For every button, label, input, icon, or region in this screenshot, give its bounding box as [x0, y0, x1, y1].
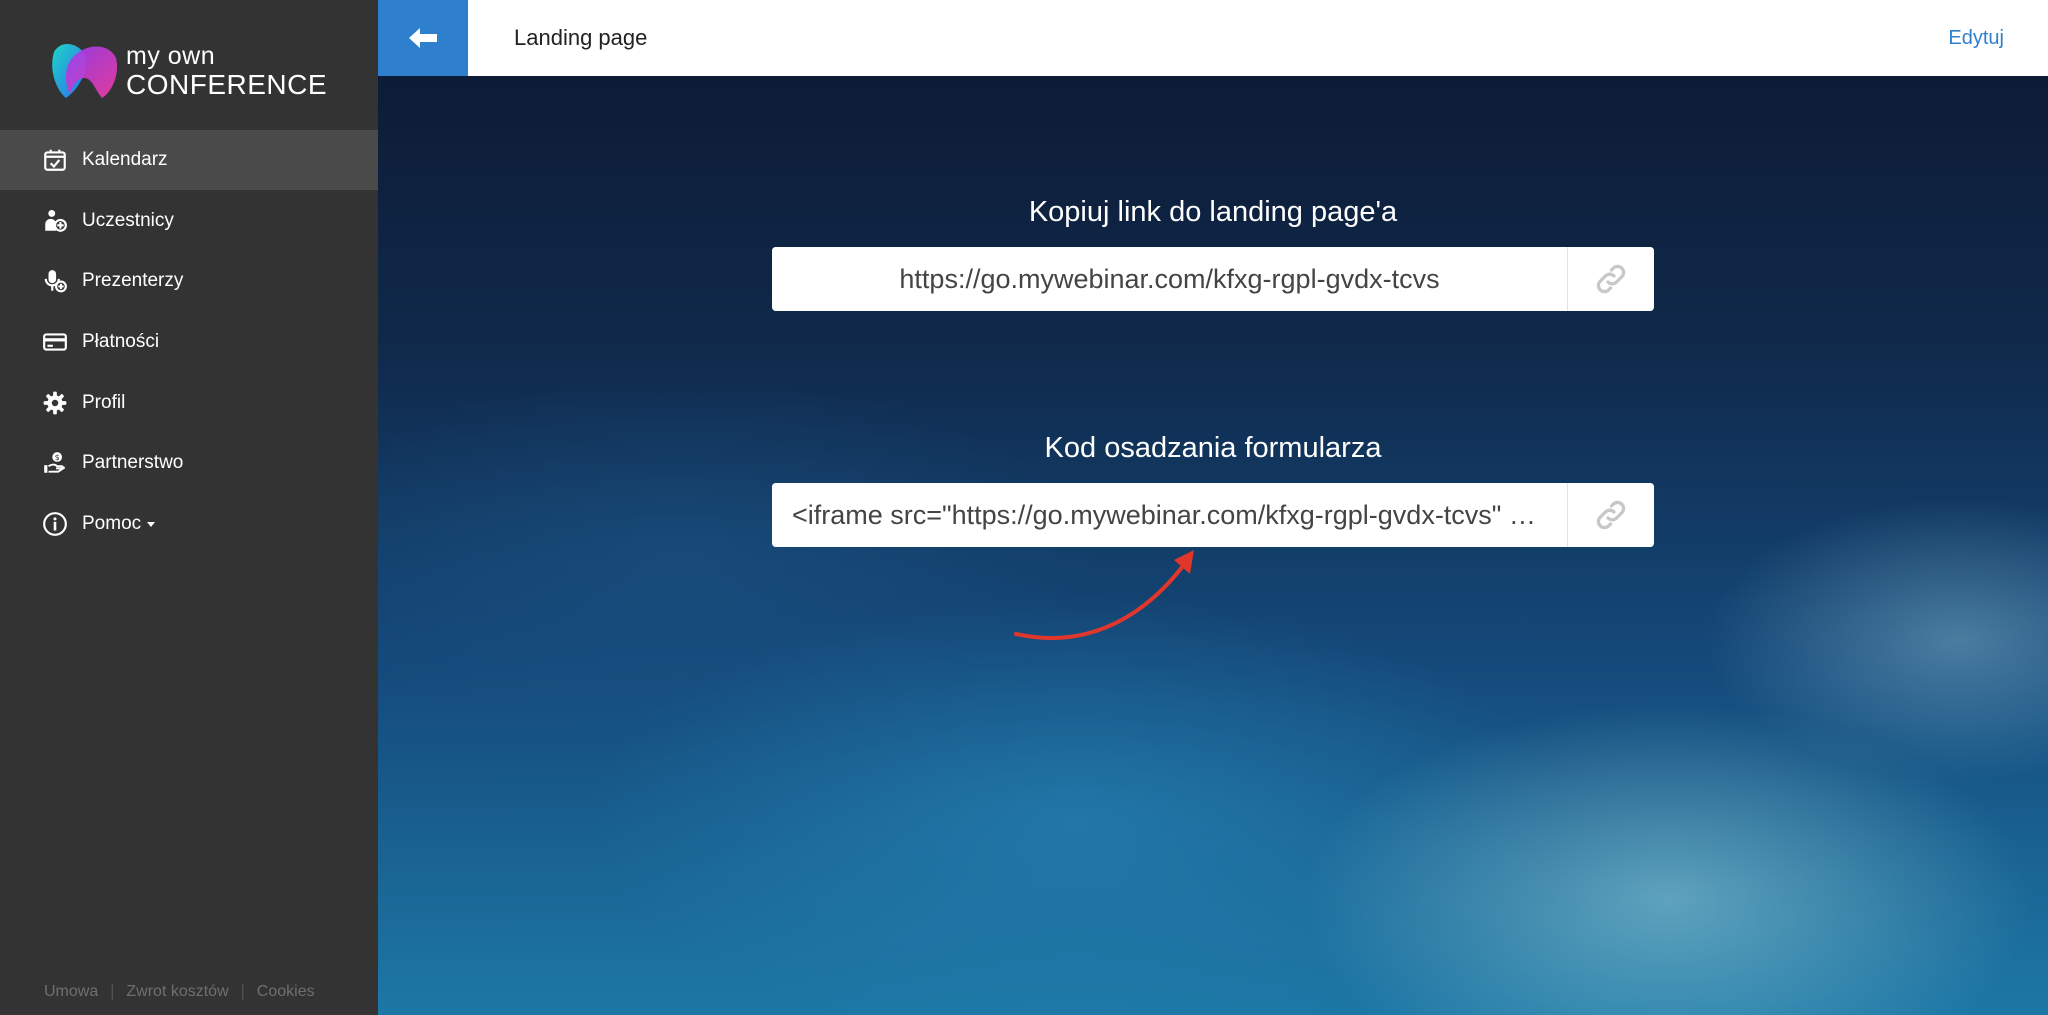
- sidebar: my own CONFERENCE Kalendarz Uczestnicy P…: [0, 0, 378, 1015]
- info-icon: [42, 511, 68, 537]
- landing-link-field: [772, 247, 1654, 311]
- footer-separator: |: [240, 983, 245, 1000]
- annotation-arrow-icon: [1014, 550, 1194, 641]
- brand-line2: CONFERENCE: [126, 68, 328, 100]
- sidebar-item-pomoc[interactable]: Pomoc: [0, 494, 378, 554]
- zwrot-kosztow-link[interactable]: Zwrot kosztów: [126, 983, 228, 1001]
- footer-separator: |: [110, 983, 115, 1000]
- sidebar-item-label: Profil: [82, 391, 126, 413]
- sidebar-item-label: Kalendarz: [82, 149, 168, 170]
- sidebar-item-label: Uczestnicy: [82, 209, 174, 231]
- presenter-mic-icon: [42, 268, 68, 294]
- sidebar-footer: Umowa | Zwrot kosztów | Cookies: [44, 983, 315, 1001]
- sidebar-item-profil[interactable]: Profil: [0, 373, 378, 433]
- cookies-link[interactable]: Cookies: [257, 983, 315, 1001]
- user-add-icon: [42, 208, 68, 234]
- chevron-down-icon: [147, 521, 156, 527]
- main-content: Landing page Edytuj Kopiuj link do landi…: [378, 0, 2048, 1015]
- embed-code-input[interactable]: [772, 483, 1567, 547]
- calendar-check-icon: [42, 147, 68, 173]
- embed-code-heading: Kod osadzania formularza: [1044, 432, 1382, 464]
- svg-text:$: $: [55, 453, 60, 462]
- landing-link-heading: Kopiuj link do landing page'a: [1028, 196, 1398, 228]
- brand-name: my own CONFERENCE: [126, 41, 328, 100]
- copy-embed-code-button[interactable]: [1567, 483, 1654, 547]
- link-icon: [1596, 500, 1626, 530]
- arrow-left-icon: [409, 28, 437, 48]
- page-title: Landing page: [514, 25, 648, 50]
- brand-logo[interactable]: my own CONFERENCE: [48, 38, 327, 104]
- logo-mark-icon: [52, 44, 118, 98]
- sidebar-item-label: Partnerstwo: [82, 452, 184, 474]
- landing-link-input[interactable]: [772, 247, 1567, 311]
- sidebar-item-platnosci[interactable]: Płatności: [0, 312, 378, 372]
- gear-icon: [42, 390, 68, 416]
- sidebar-item-kalendarz[interactable]: Kalendarz: [0, 130, 378, 190]
- hand-coin-icon: $: [42, 450, 68, 476]
- sidebar-item-label: Prezenterzy: [82, 270, 184, 292]
- sidebar-nav: Kalendarz Uczestnicy Prezenterzy Płatnoś…: [0, 130, 378, 555]
- sidebar-item-uczestnicy[interactable]: Uczestnicy: [0, 191, 378, 251]
- umowa-link[interactable]: Umowa: [44, 983, 98, 1001]
- edit-link[interactable]: Edytuj: [1948, 0, 2004, 76]
- app-window: my own CONFERENCE Kalendarz Uczestnicy P…: [0, 0, 2048, 1015]
- top-bar: Landing page Edytuj: [378, 0, 2048, 76]
- credit-card-icon: [42, 329, 68, 355]
- sidebar-item-prezenterzy[interactable]: Prezenterzy: [0, 251, 378, 311]
- sidebar-item-label: Pomoc: [82, 513, 142, 535]
- copy-landing-link-button[interactable]: [1567, 247, 1654, 311]
- embed-code-field: [772, 483, 1654, 547]
- link-icon: [1596, 264, 1626, 294]
- sidebar-item-partnerstwo[interactable]: $ Partnerstwo: [0, 433, 378, 493]
- brand-line1: my own: [126, 41, 216, 70]
- sidebar-item-label: Płatności: [82, 331, 160, 353]
- back-button[interactable]: [378, 0, 468, 76]
